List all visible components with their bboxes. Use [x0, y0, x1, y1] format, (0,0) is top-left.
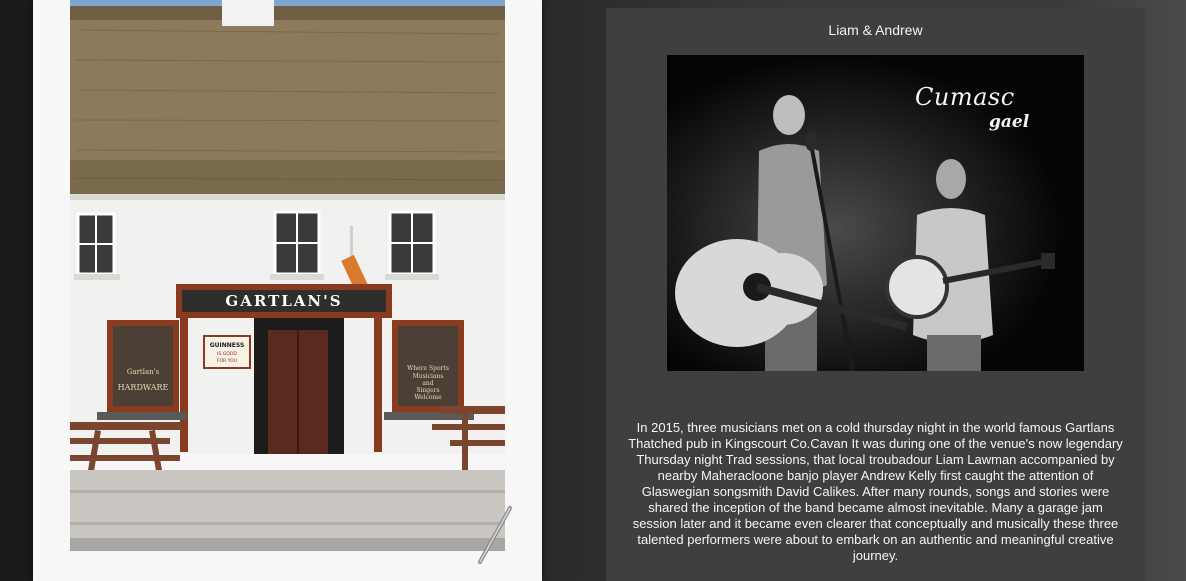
pub-photo[interactable]: GARTLAN'S Gartlan's HARDWARE GUINNESS IS… [70, 0, 505, 551]
panel-title: Liam & Andrew [828, 22, 923, 38]
window-left-sign-line2: HARDWARE [118, 383, 169, 392]
guinness-sign-line2: IS GOOD [217, 351, 237, 357]
pub-photo-drawing: GARTLAN'S Gartlan's HARDWARE GUINNESS IS… [70, 0, 505, 551]
band-description: In 2015, three musicians met on a cold t… [628, 420, 1123, 563]
window-left-sign-line1: Gartlan's [127, 368, 160, 376]
band-photo[interactable]: Cumasc gael [667, 55, 1084, 371]
window-right-sign-line3: and [422, 380, 433, 387]
window-right-sign-line1: Where Sports [407, 365, 449, 372]
guinness-sign-line1: GUINNESS [210, 342, 245, 349]
band-photo-drawing: Cumasc gael [667, 55, 1084, 371]
band-detail-panel: Liam & Andrew Cumasc gael In 2015, three… [606, 8, 1145, 581]
band-logo-line1: Cumasc [915, 83, 1015, 111]
band-logo-line2: gael [989, 112, 1030, 132]
window-right-sign-line5: Welcome [414, 394, 442, 401]
window-right-sign-line4: Singers [416, 387, 439, 394]
paperclip-icon [478, 506, 512, 564]
window-right-sign-line2: Musicians [413, 373, 444, 380]
pub-sign-text: GARTLAN'S [225, 292, 342, 310]
guinness-sign-line3: FOR YOU [217, 358, 237, 364]
